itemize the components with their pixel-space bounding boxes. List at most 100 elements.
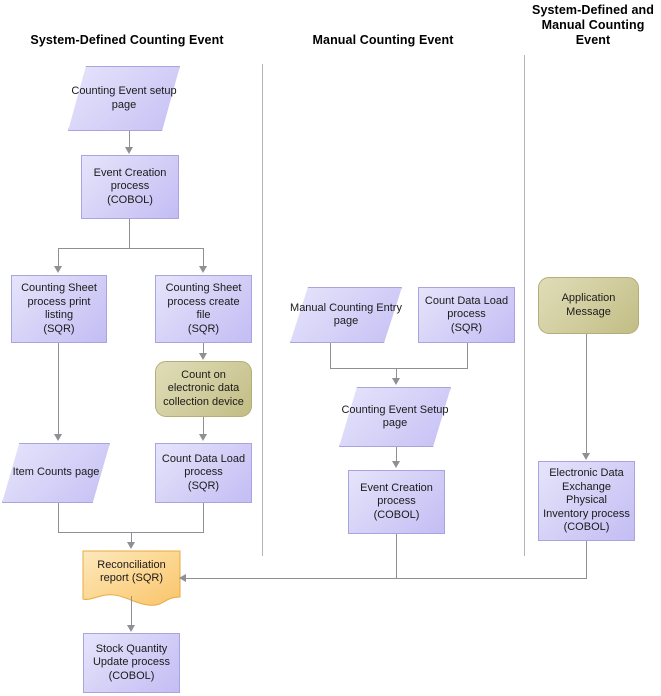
node-event-creation-process[interactable]: Event Creation process (COBOL) [81,155,179,219]
node-event-creation-process-middle[interactable]: Event Creation process (COBOL) [348,470,445,534]
label-line2: Counts [37,466,72,479]
label-line2: Update process [92,656,171,669]
label-line2: Event [388,403,417,416]
arrow-head-to-item-counts [54,434,62,441]
arrow-head-to-counting-event-setup-middle [392,378,400,385]
label-line3: Inventory process [543,507,630,520]
label-line1: Counting [341,403,386,416]
connector-event-creation-split [58,248,203,249]
node-stock-quantity-update[interactable]: Stock Quantity Update process (COBOL) [83,633,180,693]
node-manual-counting-entry-page-label: Manual Counting Entry page [290,287,402,343]
arrow-head-to-print-listing [54,266,62,273]
connector-application-message-to-edi [586,334,587,454]
label-line1: Count Data Load [424,294,509,307]
label-line4: page [111,98,137,111]
label-line3: page [74,466,100,479]
connector-merge-middle [330,368,468,369]
connector-setup-middle-to-event-creation-middle [396,447,397,462]
label-line4: (SQR) [43,322,75,335]
label-line1: Count Data Load [161,452,246,465]
label-line1: Reconciliation [97,558,166,571]
arrow-head-to-stock-quantity [127,625,135,632]
node-counting-sheet-create-file[interactable]: Counting Sheet process create file (SQR) [155,275,252,343]
node-count-data-load-left[interactable]: Count Data Load process (SQR) [155,443,252,503]
node-event-creation-process-label: Event Creation process (COBOL) [90,167,171,208]
column-title-system-and-manual-line2: Manual Counting [541,18,645,32]
connector-device-to-count-data-load [203,417,204,435]
label-line1: Electronic Data [549,467,624,480]
label-line3: (COBOL) [107,193,153,206]
label-line3: Setup [419,403,449,416]
node-application-message[interactable]: Application Message [538,277,639,334]
column-title-system-and-manual-line3: Event [575,33,611,47]
label-line2: electronic data [167,382,240,395]
node-stock-quantity-update-label: Stock Quantity Update process (COBOL) [89,643,174,684]
node-manual-counting-entry-page[interactable]: Manual Counting Entry page [290,287,402,343]
column-title-system-and-manual-line1: System-Defined and [532,3,654,17]
connector-print-listing-to-item-counts [58,343,59,435]
connector-setup-to-event-creation [129,131,130,148]
node-application-message-label: Application Message [558,292,620,319]
label-line3: (COBOL) [373,508,420,521]
arrow-head-return-to-reconciliation [179,574,186,582]
label-line4: (COBOL) [563,521,610,534]
connector-edi-to-return [586,541,587,578]
node-item-counts-page[interactable]: Item Counts page [2,443,110,503]
label-line1: Item [12,466,34,479]
label-line1: Stock Quantity [95,642,168,655]
label-line3: (SQR) [187,479,220,492]
node-reconciliation-report-label: Reconciliation report (SQR) [82,550,181,594]
label-line3: (SQR) [187,322,220,335]
node-count-data-load-middle[interactable]: Count Data Load process (SQR) [418,287,515,343]
connector-split-to-create-file [203,248,204,267]
node-counting-sheet-print-listing[interactable]: Counting Sheet process print listing (SQ… [11,275,107,343]
label-line1: Manual [290,301,327,314]
label-line3: listing [44,309,74,321]
connector-manual-entry-down [330,343,331,368]
label-line3: (SQR) [131,572,163,584]
label-line2: process [110,180,150,193]
label-line3: (COBOL) [108,669,155,682]
label-line2: Exchange Physical [562,480,611,507]
column-title-system-defined: System-Defined Counting Event [14,33,240,48]
node-count-on-electronic-device[interactable]: Count on electronic data collection devi… [155,361,252,417]
arrow-head-to-reconciliation [127,542,135,549]
label-line1: Counting [71,85,116,97]
label-line2: process create file [167,295,240,322]
label-line1: Event Creation [360,481,433,494]
arrow-head-setup-to-event-creation [125,147,133,154]
connector-item-counts-down [58,503,59,532]
connector-split-to-print-listing [58,248,59,267]
arrow-head-to-count-data-load-left [199,434,207,441]
connector-return-to-reconciliation [185,578,587,579]
arrow-head-to-create-file [199,266,207,273]
label-line3: collection device [163,395,244,408]
node-counting-event-setup-page-middle[interactable]: Counting Event Setup page [339,387,451,447]
connector-count-data-load-middle-down [467,343,468,368]
column-divider-1 [262,64,263,556]
label-line2: Message [566,305,611,318]
node-counting-event-setup-page-label: Counting Event setup page [68,66,180,131]
node-count-on-electronic-device-label: Count on electronic data collection devi… [159,369,248,410]
node-electronic-data-exchange-label: Electronic Data Exchange Physical Invent… [539,467,634,535]
node-counting-event-setup-page[interactable]: Counting Event setup page [68,66,180,131]
node-event-creation-process-middle-label: Event Creation process (COBOL) [356,482,437,523]
node-counting-sheet-create-file-label: Counting Sheet process create file (SQR) [156,282,251,336]
label-line3: (SQR) [450,321,483,334]
column-title-system-and-manual: System-Defined and Manual Counting Event [528,3,658,48]
node-electronic-data-exchange[interactable]: Electronic Data Exchange Physical Invent… [538,461,635,541]
label-line1: Application [561,292,616,304]
node-counting-sheet-print-listing-label: Counting Sheet process print listing (SQ… [17,282,101,336]
flowchart-canvas: System-Defined Counting Event Manual Cou… [0,0,661,696]
label-line1: Event Creation [93,166,167,179]
label-line1: Counting Sheet [165,282,242,294]
label-line1: Count on [181,368,226,381]
label-line2: process [377,495,416,508]
label-line2: report [100,572,129,584]
connector-event-creation-down [129,219,130,248]
connector-count-data-load-left-down [203,503,204,532]
label-line3: setup [149,85,177,97]
label-line2: process [447,308,486,321]
label-line2: process print [27,295,91,308]
label-line2: Event [118,85,147,97]
